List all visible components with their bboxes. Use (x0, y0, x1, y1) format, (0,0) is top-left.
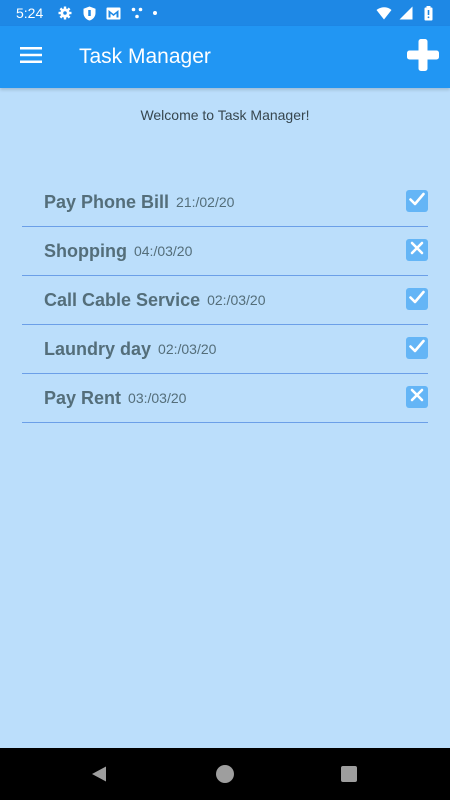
wifi-icon (376, 5, 392, 21)
hamburger-menu-icon (20, 46, 42, 68)
task-name: Call Cable Service (44, 289, 201, 310)
check-icon (409, 290, 425, 309)
x-icon (410, 241, 424, 260)
task-date: 03:/03/20 (128, 390, 187, 406)
app-bar: Task Manager (0, 26, 450, 88)
task-date: 21:/02/20 (176, 194, 235, 210)
task-checkbox[interactable] (406, 337, 428, 359)
task-date: 02:/03/20 (158, 341, 217, 357)
navigation-bar (0, 748, 450, 800)
check-icon (409, 339, 425, 358)
task-row[interactable]: Call Cable Service 02:/03/20 (22, 276, 428, 325)
x-icon (410, 388, 424, 407)
task-name: Laundry day (44, 338, 152, 359)
task-date: 04:/03/20 (133, 243, 193, 259)
task-row[interactable]: Pay Rent 03:/03/20 (22, 374, 428, 423)
status-time: 5:24 (16, 5, 44, 21)
app-title: Task Manager (79, 45, 211, 68)
task-checkbox[interactable] (406, 288, 428, 310)
welcome-text: Welcome to Task Manager! (140, 107, 310, 123)
status-bar: 5:24 (0, 0, 450, 26)
signal-icon (398, 5, 414, 21)
plus-icon (407, 38, 439, 76)
gmail-icon (105, 5, 121, 21)
task-name: Pay Phone Bill (44, 191, 170, 212)
task-checkbox[interactable] (406, 386, 428, 408)
task-row[interactable]: Pay Phone Bill 21:/02/20 (22, 178, 428, 227)
shield-icon (81, 5, 97, 21)
status-icons-right (376, 5, 436, 21)
battery-icon (420, 5, 436, 21)
gear-icon (57, 5, 73, 21)
task-name: Pay Rent (44, 387, 122, 408)
status-icons-left (57, 5, 157, 21)
home-icon[interactable] (216, 765, 234, 783)
recents-icon[interactable] (341, 766, 357, 782)
task-name: Shopping (44, 240, 127, 261)
check-icon (409, 192, 425, 211)
task-date: 02:/03/20 (207, 292, 266, 308)
task-row[interactable]: Laundry day 02:/03/20 (22, 325, 428, 374)
task-list: Pay Phone Bill 21:/02/20 Shopping 04:/03… (22, 178, 428, 423)
task-row[interactable]: Shopping 04:/03/20 (22, 227, 428, 276)
dot-icon (153, 11, 157, 15)
menu-button[interactable] (14, 40, 48, 74)
back-icon[interactable] (90, 765, 108, 783)
task-checkbox[interactable] (406, 239, 428, 261)
task-checkbox[interactable] (406, 190, 428, 212)
dots-icon (129, 5, 145, 21)
add-task-button[interactable] (404, 38, 442, 76)
